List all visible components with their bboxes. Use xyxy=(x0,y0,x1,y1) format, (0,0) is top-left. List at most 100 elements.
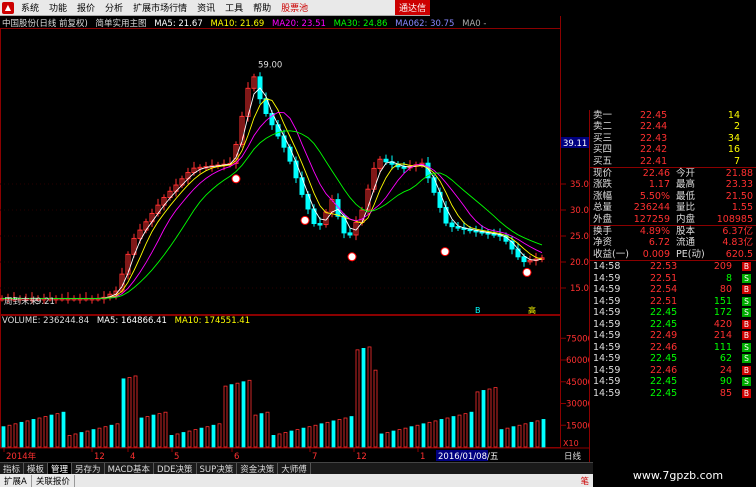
tick-price: 22.51 xyxy=(650,295,678,307)
signal-marker xyxy=(440,247,450,257)
menu-stock-pool[interactable]: 股票池 xyxy=(276,1,313,14)
volume-bars[interactable]: 7500060000450003000015000X102014年 12 4 5 6 7 1… xyxy=(0,315,593,462)
candle-body xyxy=(287,146,293,162)
tick-price: 22.49 xyxy=(650,330,678,342)
volume-bar xyxy=(337,419,342,448)
status-bar: 扩展A 关联报价 笔 xyxy=(0,474,593,487)
tick-row[interactable]: 14:59 22.46 111 S xyxy=(590,342,756,354)
volume-bar xyxy=(475,391,480,448)
indicator-tab[interactable]: SUP决策 xyxy=(197,462,238,475)
volume-bar xyxy=(373,369,378,448)
stat-value: 21.50 xyxy=(725,190,753,202)
status-linked-quote[interactable]: 关联报价 xyxy=(32,474,75,487)
quote-stat-row: 外盘 127259 内盘 108985 xyxy=(590,214,756,225)
indicator-tab[interactable]: 大师傅 xyxy=(278,462,311,475)
volume-bar xyxy=(319,423,324,448)
stat-label: 最低 xyxy=(676,190,696,202)
indicator-tab[interactable]: 指标 xyxy=(0,462,25,475)
order-price: 22.45 xyxy=(640,110,668,121)
tick-row[interactable]: 14:59 22.45 172 S xyxy=(590,307,756,319)
tick-row[interactable]: 14:59 22.45 62 S xyxy=(590,353,756,365)
candle-body xyxy=(437,191,443,208)
tick-volume: 24 xyxy=(719,364,732,376)
candle-body xyxy=(521,256,527,263)
signal-marker xyxy=(347,252,357,262)
menu-function[interactable]: 功能 xyxy=(44,1,72,14)
candle-body xyxy=(293,160,299,179)
indicator-tab[interactable]: DDE决策 xyxy=(154,462,197,475)
tick-row[interactable]: 14:59 22.45 420 B xyxy=(590,319,756,331)
volume-bar xyxy=(259,413,264,448)
quote-stat-row: 净资 6.72 流通 4.83亿 xyxy=(590,237,756,248)
volume-bar xyxy=(265,411,270,448)
tick-price: 22.46 xyxy=(650,364,678,376)
volume-bar xyxy=(175,433,180,448)
order-book-row[interactable]: 卖二 22.44 2 xyxy=(590,121,756,132)
volume-chart[interactable]: 75000 60000 45000 30000 15000 X10 2014年 12 4 5 6 7 1… xyxy=(0,315,593,462)
menu-analysis[interactable]: 分析 xyxy=(100,1,128,14)
volume-bar xyxy=(163,411,168,448)
volume-bar xyxy=(349,416,354,448)
ma0-label: MA0 - xyxy=(462,19,487,29)
volume-bar xyxy=(529,421,534,448)
menu-quote[interactable]: 报价 xyxy=(72,1,100,14)
volume-bar xyxy=(139,417,144,448)
order-book-row[interactable]: 买四 22.42 16 xyxy=(590,144,756,155)
tick-time: 14:59 xyxy=(593,341,621,353)
volume-frame xyxy=(0,315,561,448)
tick-volume: 172 xyxy=(713,307,732,319)
volume-bar xyxy=(463,413,468,448)
volume-bar xyxy=(379,433,384,448)
volume-bar xyxy=(19,421,24,448)
order-book-row[interactable]: 买五 22.41 7 xyxy=(590,156,756,167)
menu-tools[interactable]: 工具 xyxy=(220,1,248,14)
candle-body xyxy=(401,166,407,169)
volume-bar xyxy=(421,423,426,448)
tick-list[interactable]: 14:58 22.53 209 B 14:59 22.51 8 S 14:59 22… xyxy=(590,261,756,399)
tick-row[interactable]: 14:59 22.45 90 S xyxy=(590,376,756,388)
volume-bar xyxy=(403,427,408,448)
quote-stat-row: 涨跌 1.17 最高 23.33 xyxy=(590,179,756,190)
candlestick-chart[interactable]: 35.0030.0025.0020.0015.0039.1159.00周到末来9… xyxy=(0,16,594,315)
tick-row[interactable]: 14:58 22.53 209 B xyxy=(590,261,756,273)
volume-bar xyxy=(31,419,36,448)
tick-row[interactable]: 14:59 22.54 80 B xyxy=(590,284,756,296)
price-chart[interactable]: 35.00 30.00 25.00 20.00 15.00 39.11 59.00 周到末来 9… xyxy=(0,16,594,315)
volume-bar xyxy=(73,433,78,448)
indicator-tab[interactable]: 模板 xyxy=(24,462,49,475)
indicator-tab[interactable]: MACD基本 xyxy=(105,462,155,475)
volume-bar xyxy=(385,432,390,448)
status-extended-a[interactable]: 扩展A xyxy=(0,474,32,487)
tick-time: 14:59 xyxy=(593,387,621,399)
stat-label: 净资 xyxy=(593,237,613,249)
tick-volume: 214 xyxy=(713,330,732,342)
high-price-label: 59.00 xyxy=(258,61,282,71)
order-book-row[interactable]: 卖一 22.45 14 xyxy=(590,110,756,121)
order-price: 22.44 xyxy=(640,121,668,133)
timeframe-label: 日线 xyxy=(564,451,582,462)
order-volume: 2 xyxy=(733,121,740,133)
menu-news[interactable]: 资讯 xyxy=(192,1,220,14)
tick-row[interactable]: 14:59 22.46 24 B xyxy=(590,365,756,377)
indicator-tab[interactable]: 另存为 xyxy=(72,462,105,475)
indicator-tab[interactable]: 资金决策 xyxy=(237,462,279,475)
menu-extended-market[interactable]: 扩展市场行情 xyxy=(128,1,192,14)
order-price: 22.41 xyxy=(640,155,668,167)
menu-system[interactable]: 系统 xyxy=(16,1,44,14)
tick-price: 22.54 xyxy=(650,284,678,296)
tick-row[interactable]: 14:59 22.51 151 S xyxy=(590,296,756,308)
tick-row[interactable]: 14:59 22.51 8 S xyxy=(590,273,756,285)
tick-volume: 420 xyxy=(713,318,732,330)
quote-stat-row: 换手 4.89% 股本 6.37亿 xyxy=(590,226,756,237)
stat-label: PE(动) xyxy=(676,248,705,260)
tick-row[interactable]: 14:59 22.49 214 B xyxy=(590,330,756,342)
volume-bar xyxy=(133,375,138,448)
order-book-row[interactable]: 买三 22.43 34 xyxy=(590,133,756,144)
indicator-tab[interactable]: 管理 xyxy=(48,462,73,475)
order-price: 22.43 xyxy=(640,132,668,144)
menu-help[interactable]: 帮助 xyxy=(248,1,276,14)
tick-direction-badge: B xyxy=(742,388,751,398)
volume-bar xyxy=(439,419,444,448)
tick-row[interactable]: 14:59 22.45 85 B xyxy=(590,388,756,400)
ma5-label: MA5: 21.67 xyxy=(154,19,203,29)
